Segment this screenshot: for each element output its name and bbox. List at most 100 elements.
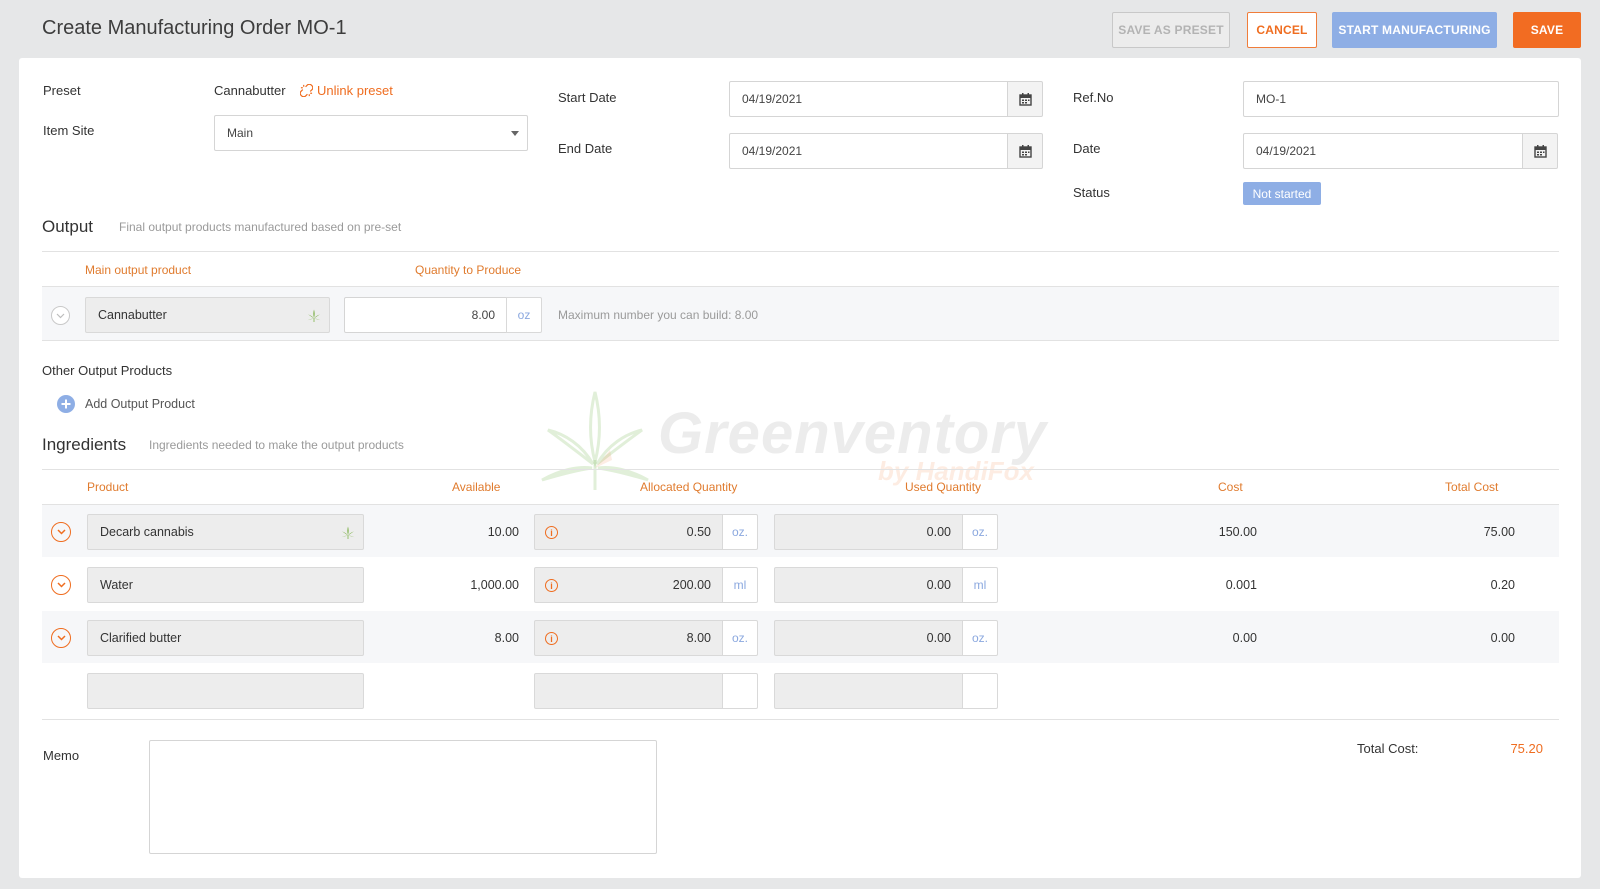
ingredient-product-field[interactable]: Clarified butter — [87, 620, 364, 656]
chevron-down-icon — [56, 635, 66, 641]
item-site-select[interactable]: Main — [214, 115, 528, 151]
cannabis-leaf-icon — [307, 309, 321, 322]
info-icon: i — [545, 632, 558, 645]
info-icon: i — [545, 579, 558, 592]
quantity-to-produce-value: 8.00 — [471, 308, 495, 322]
calendar-icon — [1018, 92, 1032, 106]
row-expand-toggle[interactable] — [51, 522, 71, 542]
ingredient-total-cost: 0.00 — [1490, 631, 1515, 645]
date-value: 04/19/2021 — [1256, 144, 1317, 158]
ingredient-available: 8.00 — [494, 631, 519, 645]
col-cost: Cost — [1218, 480, 1243, 494]
save-as-preset-button[interactable]: SAVE AS PRESET — [1112, 12, 1230, 48]
new-used-unit — [962, 673, 998, 709]
col-allocated-quantity: Allocated Quantity — [640, 480, 738, 494]
item-site-value: Main — [227, 126, 254, 140]
used-unit: ml — [962, 567, 998, 603]
new-allocated-unit — [722, 673, 758, 709]
start-manufacturing-button[interactable]: START MANUFACTURING — [1332, 12, 1497, 48]
output-section-title: Output — [42, 217, 94, 236]
allocated-unit: ml — [722, 567, 758, 603]
ref-no-label: Ref.No — [1073, 90, 1114, 105]
ingredient-cost: 150.00 — [1218, 525, 1257, 539]
output-product-value: Cannabutter — [98, 308, 167, 322]
ingredient-product-field[interactable]: Decarb cannabis — [87, 514, 364, 550]
col-total-cost: Total Cost — [1445, 480, 1499, 494]
info-icon: i — [545, 526, 558, 539]
used-unit: oz. — [962, 620, 998, 656]
date-input[interactable]: 04/19/2021 — [1243, 133, 1524, 169]
preset-label: Preset — [43, 83, 81, 98]
allocated-quantity-input[interactable]: i 0.50 — [534, 514, 724, 550]
date-calendar-button[interactable] — [1522, 133, 1558, 169]
end-date-label: End Date — [558, 141, 613, 156]
ingredient-product-field[interactable]: Water — [87, 567, 364, 603]
ingredient-product-value: Clarified butter — [100, 631, 182, 645]
used-quantity-input[interactable]: 0.00 — [774, 567, 964, 603]
unlink-icon — [300, 84, 313, 97]
ingredient-cost: 0.00 — [1232, 631, 1257, 645]
total-cost-value: 75.20 — [1510, 741, 1543, 756]
preset-value: Cannabutter — [214, 83, 286, 98]
unlink-preset-link[interactable]: Unlink preset — [300, 83, 393, 98]
new-allocated-quantity-input[interactable] — [534, 673, 724, 709]
status-badge: Not started — [1243, 182, 1321, 205]
cancel-button[interactable]: CANCEL — [1247, 12, 1317, 48]
ingredient-available: 10.00 — [487, 525, 519, 539]
ingredient-total-cost: 75.00 — [1483, 525, 1515, 539]
start-date-calendar-button[interactable] — [1007, 81, 1043, 117]
output-expand-toggle[interactable] — [51, 306, 70, 325]
max-build-note: Maximum number you can build: 8.00 — [558, 308, 759, 322]
used-quantity-value: 0.00 — [926, 631, 951, 645]
col-available: Available — [452, 480, 501, 494]
quantity-to-produce-input[interactable]: 8.00 — [344, 297, 508, 333]
start-date-label: Start Date — [558, 90, 617, 105]
col-main-output-product: Main output product — [85, 263, 192, 277]
page-title: Create Manufacturing Order MO-1 — [42, 17, 347, 39]
new-used-quantity-input[interactable] — [774, 673, 964, 709]
output-section-subtitle: Final output products manufactured based… — [119, 220, 402, 234]
start-date-input[interactable]: 04/19/2021 — [729, 81, 1009, 117]
allocated-quantity-value: 0.50 — [686, 525, 711, 539]
chevron-down-icon — [56, 313, 65, 318]
col-quantity-to-produce: Quantity to Produce — [415, 263, 522, 277]
output-divider — [42, 251, 1559, 252]
calendar-icon — [1018, 144, 1032, 158]
quantity-unit: oz — [506, 297, 542, 333]
row-expand-toggle[interactable] — [51, 628, 71, 648]
ingredient-product-value: Water — [100, 578, 133, 592]
ref-no-input[interactable]: MO-1 — [1243, 81, 1559, 117]
output-product-field[interactable]: Cannabutter — [85, 297, 330, 333]
allocated-quantity-value: 8.00 — [686, 631, 711, 645]
save-button[interactable]: SAVE — [1513, 12, 1581, 48]
col-product: Product — [87, 480, 129, 494]
unlink-preset-label: Unlink preset — [317, 83, 393, 98]
allocated-quantity-input[interactable]: i 8.00 — [534, 620, 724, 656]
dropdown-arrow-icon — [511, 131, 519, 136]
allocated-unit: oz. — [722, 514, 758, 550]
used-quantity-value: 0.00 — [926, 578, 951, 592]
ingredients-divider — [42, 469, 1559, 470]
add-circle-icon — [57, 395, 75, 413]
add-output-product-label: Add Output Product — [85, 397, 195, 411]
end-date-value: 04/19/2021 — [742, 144, 803, 158]
end-date-calendar-button[interactable] — [1007, 133, 1043, 169]
ingredients-section-title: Ingredients — [42, 435, 127, 454]
new-ingredient-product-field[interactable] — [87, 673, 364, 709]
end-date-input[interactable]: 04/19/2021 — [729, 133, 1009, 169]
status-label: Status — [1073, 185, 1110, 200]
used-unit: oz. — [962, 514, 998, 550]
used-quantity-input[interactable]: 0.00 — [774, 620, 964, 656]
used-quantity-input[interactable]: 0.00 — [774, 514, 964, 550]
ingredient-product-value: Decarb cannabis — [100, 525, 194, 539]
calendar-icon — [1533, 144, 1547, 158]
other-output-products-title: Other Output Products — [42, 363, 173, 378]
ingredient-cost: 0.001 — [1225, 578, 1257, 592]
row-expand-toggle[interactable] — [51, 575, 71, 595]
allocated-quantity-input[interactable]: i 200.00 — [534, 567, 724, 603]
memo-textarea[interactable] — [149, 740, 657, 854]
ingredient-total-cost: 0.20 — [1490, 578, 1515, 592]
date-label: Date — [1073, 141, 1101, 156]
add-output-product-button[interactable]: Add Output Product — [57, 395, 195, 413]
chevron-down-icon — [56, 582, 66, 588]
